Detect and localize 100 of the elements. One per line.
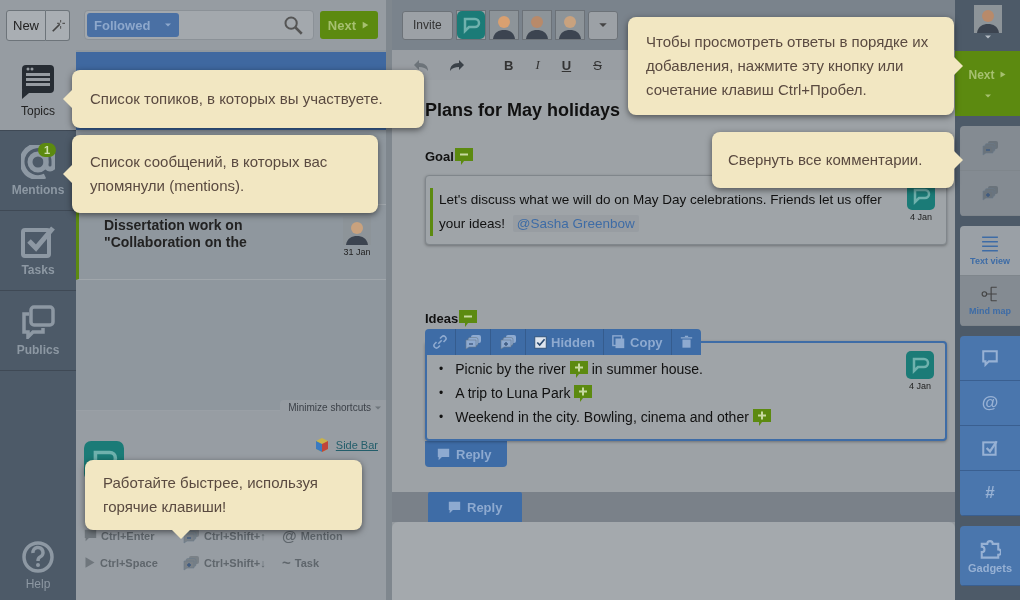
shortcut-label: Ctrl+Shift+↑ bbox=[204, 529, 266, 542]
avatar-icon bbox=[489, 11, 518, 39]
play-icon bbox=[361, 20, 370, 30]
symbol-icon: @ bbox=[282, 527, 297, 544]
reply-icon bbox=[437, 447, 450, 461]
expand-icon bbox=[182, 554, 200, 571]
expand-all-button[interactable] bbox=[960, 171, 1020, 216]
copy-button[interactable]: Copy bbox=[604, 329, 672, 355]
checked-box-icon bbox=[534, 335, 547, 349]
logo-icon bbox=[906, 351, 934, 379]
puzzle-icon bbox=[979, 537, 1001, 559]
logo-icon bbox=[456, 11, 485, 39]
tree-icon bbox=[980, 285, 1000, 303]
lines-icon bbox=[980, 235, 1000, 253]
wand-button[interactable] bbox=[46, 10, 70, 41]
checkbox-icon bbox=[21, 224, 55, 259]
next-button[interactable]: Next bbox=[955, 51, 1020, 116]
hidden-checkbox[interactable]: Hidden bbox=[526, 329, 605, 355]
checkbox-icon bbox=[981, 439, 999, 457]
trash-icon bbox=[679, 335, 693, 349]
redo-icon bbox=[448, 57, 466, 73]
comment-icon bbox=[84, 529, 97, 542]
bullet: • bbox=[439, 361, 444, 378]
shortcut-label: Ctrl+Space bbox=[100, 556, 158, 569]
hint-tooltip: Работайте быстрее, используя горячие клавиши! bbox=[85, 460, 362, 530]
tooltip-pointer bbox=[172, 530, 190, 539]
expand-toggle[interactable] bbox=[574, 384, 593, 402]
minimize-shortcuts[interactable]: Minimize shortcuts bbox=[280, 400, 386, 413]
nav-label: Mentions bbox=[11, 182, 65, 197]
invite-button[interactable]: Invite bbox=[402, 10, 453, 40]
reply-icon bbox=[448, 500, 461, 514]
help-icon bbox=[21, 539, 55, 574]
tooltip-pointer bbox=[954, 57, 963, 75]
filter-button[interactable] bbox=[960, 426, 1020, 471]
topics-icon bbox=[21, 63, 55, 100]
cube-icon bbox=[313, 437, 330, 453]
participants-dropdown[interactable] bbox=[587, 10, 618, 40]
tooltip-pointer bbox=[63, 90, 72, 108]
nav-label: Topics bbox=[21, 103, 55, 118]
side-bar-link[interactable]: Side Bar bbox=[335, 439, 378, 451]
shortcut-label: Ctrl+Shift+↓ bbox=[204, 556, 266, 569]
avatar-icon bbox=[973, 5, 1002, 33]
avatar-icon bbox=[555, 11, 584, 39]
collapse-toggle[interactable] bbox=[454, 147, 473, 165]
format-button[interactable]: B bbox=[502, 57, 516, 73]
collapse-icon bbox=[464, 334, 482, 350]
reply-button[interactable]: Reply bbox=[425, 441, 508, 467]
bullet: • bbox=[439, 385, 444, 402]
topic-title: Dissertation work on "Collaboration on the bbox=[104, 217, 248, 252]
new-button[interactable]: New bbox=[6, 10, 46, 41]
idea-text: in summer house. bbox=[591, 360, 703, 379]
tooltip-pointer bbox=[63, 165, 72, 183]
nav-tab[interactable]: Topics bbox=[0, 51, 76, 131]
idea-text: Picnic by the river bbox=[455, 360, 566, 379]
section-label: Ideas bbox=[425, 310, 459, 326]
nav-label: Tasks bbox=[21, 262, 55, 277]
gadgets-button[interactable]: Gadgets bbox=[960, 526, 1020, 586]
shortcut-label: Ctrl+Enter bbox=[101, 529, 155, 542]
filter-button[interactable] bbox=[960, 336, 1020, 381]
search-icon bbox=[282, 15, 303, 35]
reply-button[interactable]: Reply bbox=[428, 492, 523, 522]
tooltip-pointer bbox=[954, 151, 963, 169]
shortcut-label: Task bbox=[294, 556, 320, 569]
view-tab[interactable]: Mind map bbox=[960, 276, 1020, 326]
comment-icon bbox=[981, 349, 999, 367]
message-date: 4 Jan bbox=[909, 381, 931, 391]
symbol-icon: ~ bbox=[282, 554, 291, 571]
next-button[interactable]: Next bbox=[319, 11, 378, 39]
format-button[interactable]: S bbox=[591, 57, 604, 73]
wand-icon bbox=[50, 18, 65, 33]
expand-toggle[interactable] bbox=[752, 408, 771, 426]
expand-icon bbox=[981, 185, 999, 201]
nav-label: Publics bbox=[16, 342, 60, 357]
topic-date: 31 Jan bbox=[343, 247, 371, 257]
caret-icon bbox=[164, 21, 172, 29]
copy-icon bbox=[612, 335, 627, 349]
collapse-icon bbox=[981, 140, 999, 156]
format-button[interactable]: I bbox=[533, 57, 542, 73]
collapse-toggle[interactable] bbox=[459, 309, 478, 327]
mention-link[interactable]: @Sasha Greenbow bbox=[512, 215, 639, 232]
play-icon bbox=[84, 556, 96, 569]
count-badge: 1 bbox=[38, 143, 57, 157]
filter-dropdown[interactable]: Followed bbox=[87, 13, 179, 37]
idea-text: Weekend in the city. Bowling, cinema and other bbox=[455, 408, 749, 427]
hint-tooltip: Чтобы просмотреть ответы в порядке их добавления, нажмите эту кнопку или сочетание клавиш Ctrl+Пробел. bbox=[628, 17, 954, 115]
help-label[interactable]: Help bbox=[25, 576, 51, 591]
format-button[interactable]: U bbox=[559, 57, 574, 73]
collapse-all-button[interactable] bbox=[960, 126, 1020, 171]
view-tab[interactable]: Text view bbox=[960, 226, 1020, 276]
hint-tooltip: Список топиков, в которых вы участвуете. bbox=[72, 70, 424, 128]
idea-text: A trip to Luna Park bbox=[455, 384, 571, 403]
filter-button[interactable]: @ bbox=[960, 381, 1020, 426]
link-icon bbox=[433, 335, 447, 349]
expand-toggle[interactable] bbox=[569, 360, 588, 378]
bullet: • bbox=[439, 409, 444, 426]
play-icon bbox=[998, 70, 1007, 79]
filter-button[interactable]: # bbox=[960, 471, 1020, 516]
shortcut-label: Mention bbox=[300, 529, 343, 542]
topic-heading: Plans for May holidays bbox=[425, 100, 622, 121]
expand-icon bbox=[499, 334, 517, 350]
